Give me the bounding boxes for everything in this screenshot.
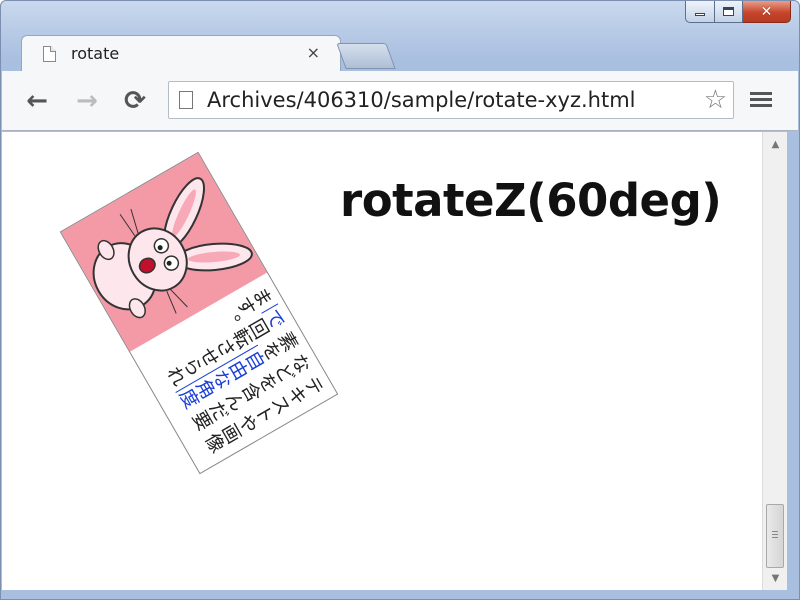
tab-rotate[interactable]: rotate × — [21, 35, 341, 71]
tab-title: rotate — [71, 44, 120, 63]
page-info-icon[interactable] — [179, 91, 193, 109]
scrollbar-thumb[interactable] — [766, 504, 784, 568]
address-bar[interactable]: Archives/406310/sample/rotate-xyz.html ☆ — [168, 81, 734, 119]
close-icon: ✕ — [760, 3, 773, 20]
scroll-up-icon[interactable]: ▲ — [763, 136, 788, 154]
reload-icon[interactable]: ⟳ — [120, 86, 150, 116]
window-close-button[interactable]: ✕ — [743, 1, 791, 23]
new-tab-button[interactable] — [336, 43, 396, 69]
browser-window: ✕ rotate × ← → ⟳ Archives/406310/sample/… — [0, 0, 800, 600]
toolbar: ← → ⟳ Archives/406310/sample/rotate-xyz.… — [2, 71, 798, 131]
tab-close-icon[interactable]: × — [307, 43, 320, 62]
star-icon[interactable]: ☆ — [704, 85, 727, 115]
maximize-icon — [723, 7, 734, 16]
minimize-button[interactable] — [685, 1, 715, 23]
window-controls: ✕ — [685, 1, 791, 23]
vertical-scrollbar[interactable]: ▲ ▼ — [762, 132, 787, 590]
maximize-button[interactable] — [715, 1, 743, 23]
forward-arrow-icon[interactable]: → — [72, 86, 102, 116]
url-text[interactable]: Archives/406310/sample/rotate-xyz.html — [207, 88, 636, 112]
back-arrow-icon[interactable]: ← — [22, 86, 52, 116]
hamburger-menu-icon[interactable] — [750, 89, 772, 111]
page-viewport: rotateZ(60deg) テキストや画像などを含んだ要素を自由な角度で回転さ… — [2, 132, 762, 590]
grip-icon — [772, 531, 778, 540]
scroll-down-icon[interactable]: ▼ — [763, 570, 788, 588]
page-icon — [43, 46, 56, 62]
minimize-icon — [695, 13, 705, 16]
rotated-box: テキストや画像などを含んだ要素を自由な角度で回転させられます。 — [59, 151, 339, 475]
page-heading: rotateZ(60deg) — [340, 174, 722, 227]
